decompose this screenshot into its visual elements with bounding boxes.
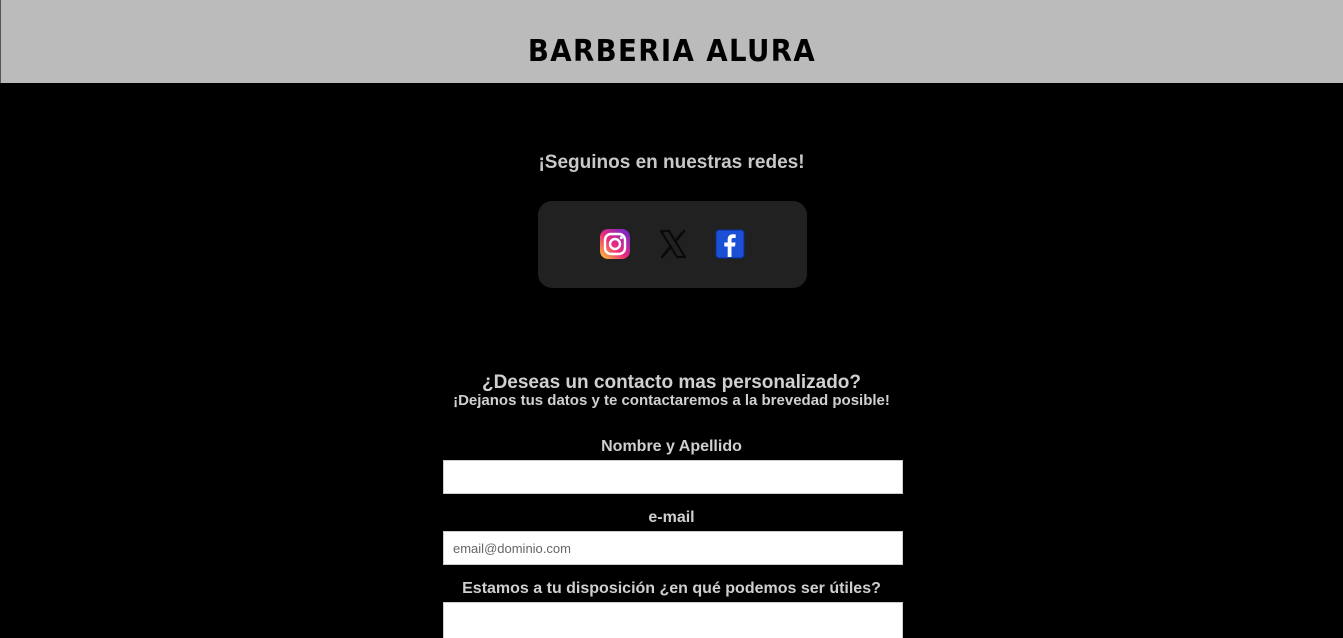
contact-subtitle: ¡Dejanos tus datos y te contactaremos a … — [453, 392, 890, 409]
name-label: Nombre y Apellido — [601, 438, 742, 455]
site-header: BARBERIA ALURA — [0, 0, 1343, 83]
x-icon[interactable] — [657, 228, 689, 260]
name-input[interactable] — [443, 460, 903, 494]
instagram-icon[interactable] — [599, 228, 631, 260]
social-links-box — [538, 201, 807, 288]
message-label: Estamos a tu disposición ¿en qué podemos… — [462, 580, 881, 597]
brand-title: BARBERIA ALURA — [527, 34, 817, 69]
facebook-icon[interactable] — [714, 228, 746, 260]
contact-title: ¿Deseas un contacto mas personalizado? — [481, 372, 862, 393]
message-textarea[interactable] — [443, 602, 903, 638]
email-input[interactable] — [443, 531, 903, 565]
social-title: ¡Seguinos en nuestras redes! — [538, 152, 805, 173]
page: BARBERIA ALURA ¡Seguinos en nuestras red… — [0, 0, 1343, 638]
email-label: e-mail — [648, 509, 695, 526]
